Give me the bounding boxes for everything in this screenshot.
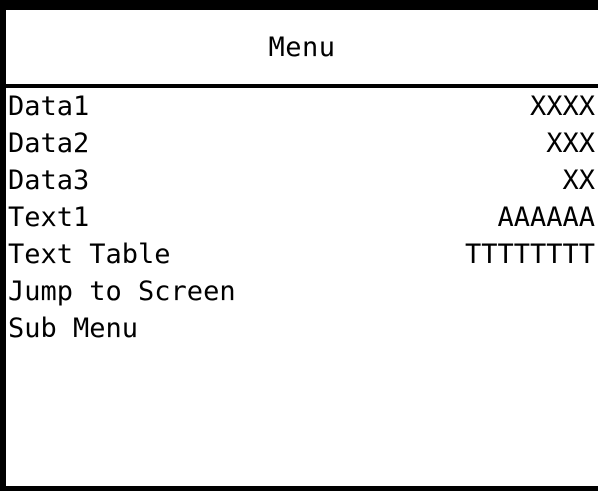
menu-list: Data1 XXXX Data2 XXX Data3 XX Text1 AAAA… <box>6 88 598 347</box>
page-title: Menu <box>268 31 336 63</box>
menu-item-label: Data3 <box>8 165 90 196</box>
menu-item-value: XX <box>562 165 595 196</box>
menu-item-data3[interactable]: Data3 XX <box>6 162 598 199</box>
menu-item-text-table[interactable]: Text Table TTTTTTTT <box>6 236 598 273</box>
menu-item-jump-to-screen[interactable]: Jump to Screen <box>6 273 598 310</box>
menu-item-label: Jump to Screen <box>8 276 236 307</box>
menu-item-label: Data2 <box>8 128 90 159</box>
menu-item-data2[interactable]: Data2 XXX <box>6 125 598 162</box>
menu-item-text1[interactable]: Text1 AAAAAA <box>6 199 598 236</box>
menu-item-value: XXXX <box>529 91 595 122</box>
menu-item-value: TTTTTTTT <box>464 239 595 270</box>
menu-panel: Menu Data1 XXXX Data2 XXX Data3 XX Text1… <box>6 10 598 486</box>
menu-item-sub-menu[interactable]: Sub Menu <box>6 310 598 347</box>
menu-item-label: Sub Menu <box>8 313 139 344</box>
title-bar: Menu <box>6 10 598 88</box>
menu-item-value: XXX <box>546 128 595 159</box>
menu-item-label: Text1 <box>8 202 90 233</box>
menu-item-data1[interactable]: Data1 XXXX <box>6 88 598 125</box>
menu-item-label: Text Table <box>8 239 171 270</box>
menu-item-value: AAAAAA <box>497 202 595 233</box>
lcd-screen: Menu Data1 XXXX Data2 XXX Data3 XX Text1… <box>0 0 598 491</box>
menu-item-label: Data1 <box>8 91 90 122</box>
